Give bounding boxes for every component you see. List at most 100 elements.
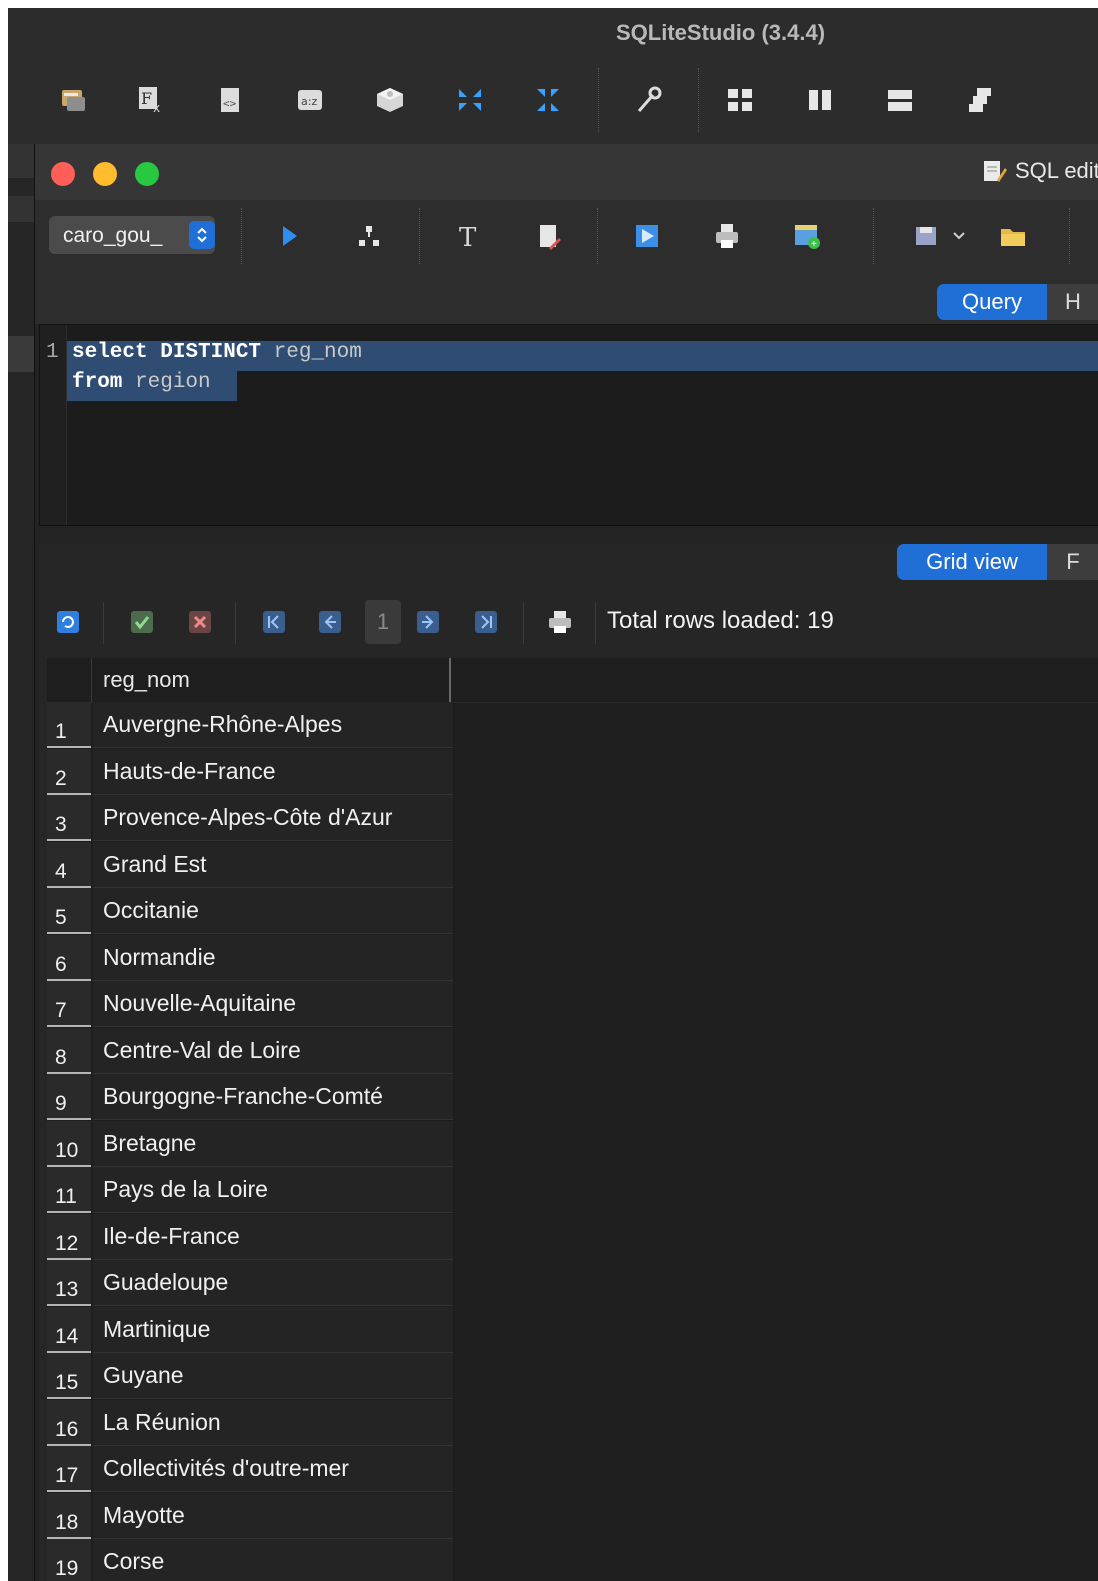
minimize-window-button[interactable] (93, 162, 117, 186)
connect-db-icon[interactable] (56, 82, 92, 118)
row-number[interactable]: 7 (47, 981, 91, 1027)
cell-reg-nom[interactable]: Normandie (93, 934, 453, 981)
cell-reg-nom[interactable]: Guyane (93, 1353, 453, 1399)
cell-reg-nom[interactable]: Grand Est (93, 841, 453, 888)
row-number[interactable]: 16 (47, 1399, 91, 1446)
row-number[interactable]: 8 (47, 1027, 91, 1074)
execute-query-icon[interactable] (271, 218, 307, 254)
table-row[interactable]: 16 La Réunion (47, 1399, 453, 1446)
print-icon[interactable] (709, 218, 745, 254)
row-number[interactable]: 6 (47, 934, 91, 981)
cascade-windows-icon[interactable] (962, 82, 998, 118)
cell-reg-nom[interactable]: Nouvelle-Aquitaine (93, 981, 453, 1027)
row-number[interactable]: 9 (47, 1074, 91, 1120)
collation-icon[interactable]: a:z (292, 82, 328, 118)
commit-checkmark-icon[interactable] (127, 606, 157, 638)
cell-reg-nom[interactable]: Mayotte (93, 1492, 453, 1539)
column-header-reg-nom[interactable]: reg_nom (93, 658, 451, 702)
table-row[interactable]: 9 Bourgogne-Franche-Comté (47, 1074, 453, 1120)
row-number[interactable]: 15 (47, 1353, 91, 1399)
tab-grid-view[interactable]: Grid view (897, 544, 1047, 580)
row-number[interactable]: 18 (47, 1492, 91, 1539)
rollback-x-icon[interactable] (185, 606, 215, 638)
cell-reg-nom[interactable]: Bourgogne-Franche-Comté (93, 1074, 453, 1120)
tile-vertical-icon[interactable] (802, 82, 838, 118)
table-row[interactable]: 18 Mayotte (47, 1492, 453, 1539)
execute-all-icon[interactable] (629, 218, 665, 254)
expand-all-icon[interactable] (530, 82, 566, 118)
tile-horizontal-icon[interactable] (882, 82, 918, 118)
table-row[interactable]: 17 Collectivités d'outre-mer (47, 1446, 453, 1492)
collapse-all-icon[interactable] (452, 82, 488, 118)
table-row[interactable]: 3 Provence-Alpes-Côte d'Azur (47, 795, 453, 841)
row-number[interactable]: 19 (47, 1539, 91, 1581)
cell-reg-nom[interactable]: Hauts-de-France (93, 748, 453, 795)
row-number[interactable]: 17 (47, 1446, 91, 1492)
row-number[interactable]: 3 (47, 795, 91, 841)
table-row[interactable]: 7 Nouvelle-Aquitaine (47, 981, 453, 1027)
first-page-icon[interactable] (259, 606, 289, 638)
tab-history[interactable]: H (1047, 284, 1098, 320)
row-number[interactable]: 1 (47, 702, 91, 748)
table-row[interactable]: 8 Centre-Val de Loire (47, 1027, 453, 1074)
sql-code-editor[interactable]: 1 select DISTINCT reg_nom from region (39, 324, 1098, 526)
row-number[interactable]: 2 (47, 748, 91, 795)
tab-query[interactable]: Query (937, 284, 1047, 320)
table-row[interactable]: 10 Bretagne (47, 1120, 453, 1167)
last-page-icon[interactable] (471, 606, 501, 638)
extension-icon[interactable] (372, 82, 408, 118)
tab-form-view[interactable]: F (1047, 544, 1098, 580)
save-sql-icon[interactable] (909, 218, 945, 254)
cell-reg-nom[interactable]: La Réunion (93, 1399, 453, 1446)
next-page-icon[interactable] (413, 606, 443, 638)
cell-reg-nom[interactable]: Martinique (93, 1306, 453, 1353)
table-row[interactable]: 14 Martinique (47, 1306, 453, 1353)
cell-reg-nom[interactable]: Provence-Alpes-Côte d'Azur (93, 795, 453, 841)
cell-reg-nom[interactable]: Collectivités d'outre-mer (93, 1446, 453, 1492)
table-row[interactable]: 11 Pays de la Loire (47, 1167, 453, 1213)
sql-function-icon[interactable]: Fx (134, 82, 170, 118)
table-row[interactable]: 13 Guadeloupe (47, 1260, 453, 1306)
cell-reg-nom[interactable]: Ile-de-France (93, 1213, 453, 1260)
table-row[interactable]: 5 Occitanie (47, 888, 453, 934)
cell-reg-nom[interactable]: Auvergne-Rhône-Alpes (93, 702, 453, 748)
zoom-window-button[interactable] (135, 162, 159, 186)
cell-reg-nom[interactable]: Guadeloupe (93, 1260, 453, 1306)
database-selector[interactable]: caro_gou_ (49, 216, 215, 254)
table-row[interactable]: 15 Guyane (47, 1353, 453, 1399)
row-number[interactable]: 12 (47, 1213, 91, 1260)
row-number[interactable]: 4 (47, 841, 91, 888)
cell-reg-nom[interactable]: Corse (93, 1539, 453, 1581)
clear-editor-icon[interactable] (531, 218, 567, 254)
grid-corner[interactable] (47, 658, 92, 702)
cell-reg-nom[interactable]: Bretagne (93, 1120, 453, 1167)
cell-reg-nom[interactable]: Pays de la Loire (93, 1167, 453, 1213)
row-number[interactable]: 13 (47, 1260, 91, 1306)
print-results-icon[interactable] (545, 606, 575, 638)
refresh-icon[interactable] (53, 606, 83, 638)
current-page-field[interactable]: 1 (365, 600, 401, 644)
previous-page-icon[interactable] (315, 606, 345, 638)
configure-wrench-icon[interactable] (630, 82, 666, 118)
cell-reg-nom[interactable]: Occitanie (93, 888, 453, 934)
chevron-down-icon[interactable] (949, 218, 969, 254)
table-row[interactable]: 6 Normandie (47, 934, 453, 981)
format-sql-icon[interactable]: T (451, 218, 487, 254)
close-window-button[interactable] (51, 162, 75, 186)
code-line: select DISTINCT reg_nom (72, 341, 362, 364)
table-row[interactable]: 4 Grand Est (47, 841, 453, 888)
explain-query-icon[interactable] (351, 218, 387, 254)
row-number[interactable]: 5 (47, 888, 91, 934)
create-view-icon[interactable]: + (789, 218, 825, 254)
row-number[interactable]: 10 (47, 1120, 91, 1167)
tile-windows-icon[interactable] (722, 82, 758, 118)
table-row[interactable]: 2 Hauts-de-France (47, 748, 453, 795)
code-snippet-icon[interactable]: <> (212, 82, 248, 118)
row-number[interactable]: 14 (47, 1306, 91, 1353)
table-row[interactable]: 12 Ile-de-France (47, 1213, 453, 1260)
table-row[interactable]: 19 Corse (47, 1539, 453, 1581)
open-sql-file-icon[interactable] (995, 218, 1031, 254)
row-number[interactable]: 11 (47, 1167, 91, 1213)
cell-reg-nom[interactable]: Centre-Val de Loire (93, 1027, 453, 1074)
table-row[interactable]: 1 Auvergne-Rhône-Alpes (47, 702, 453, 748)
